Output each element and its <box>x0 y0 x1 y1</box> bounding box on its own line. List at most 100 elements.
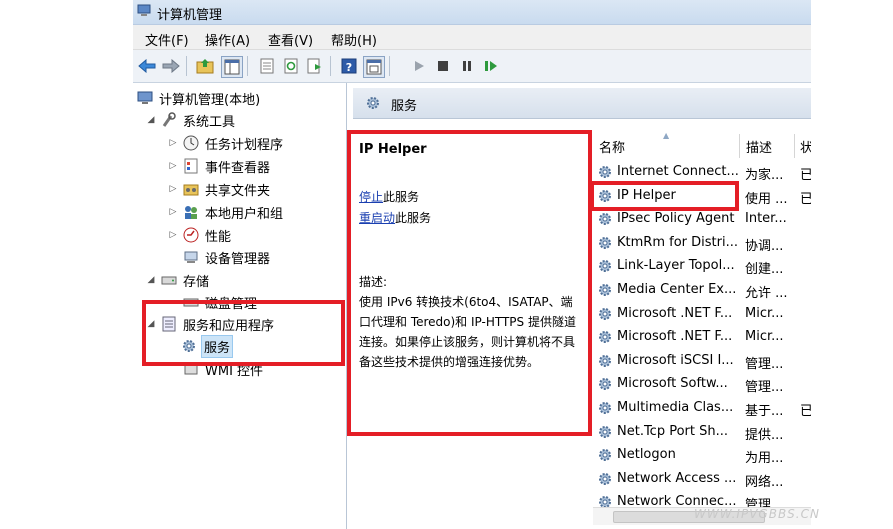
export-list-button[interactable] <box>305 56 325 76</box>
computer-management-icon <box>137 4 151 16</box>
column-header-status[interactable]: 状 <box>795 134 811 158</box>
menu-view[interactable]: 查看(V) <box>268 30 313 49</box>
service-row[interactable]: Multimedia Clas... 基于... 已 <box>593 397 811 420</box>
expanded-arrow-icon[interactable]: ◢ <box>145 275 157 285</box>
column-desc-label: 描述 <box>746 140 773 156</box>
tree-label-shared-folders: 共享文件夹 <box>205 183 271 199</box>
service-desc: 管理... <box>745 356 784 372</box>
collapsed-arrow-icon[interactable]: ▷ <box>167 184 179 194</box>
highlight-box-description <box>347 130 592 436</box>
toolbar: ? <box>133 50 811 83</box>
service-desc: Micr... <box>745 305 784 321</box>
up-folder-icon <box>196 59 214 74</box>
start-service-button[interactable] <box>409 56 429 76</box>
help-icon: ? <box>341 58 357 74</box>
menu-file[interactable]: 文件(F) <box>145 30 189 49</box>
gear-icon <box>597 258 613 274</box>
gear-icon <box>597 211 613 227</box>
tree-node-storage[interactable]: ◢ 存储 <box>145 270 211 290</box>
refresh-icon <box>284 58 298 74</box>
back-button[interactable] <box>137 56 157 76</box>
service-name: Multimedia Clas... <box>617 400 734 415</box>
service-row[interactable]: Microsoft iSCSI I... 管理... <box>593 350 811 373</box>
forward-button[interactable] <box>161 56 181 76</box>
service-row[interactable]: Microsoft .NET F... Micr... <box>593 303 811 326</box>
service-row[interactable]: Netlogon 为用... <box>593 444 811 467</box>
export-icon <box>307 58 321 74</box>
tools-icon <box>162 112 176 127</box>
show-hide-tree-button[interactable] <box>221 56 243 78</box>
service-status: 已 <box>800 191 811 207</box>
menu-action[interactable]: 操作(A) <box>205 30 250 49</box>
tree-node-performance[interactable]: ▷ 性能 <box>167 225 233 245</box>
collapsed-arrow-icon[interactable]: ▷ <box>167 230 179 240</box>
tree-node-device-manager[interactable]: 设备管理器 <box>179 247 272 267</box>
gear-icon <box>597 235 613 251</box>
show-tree-icon <box>224 59 240 75</box>
tree-node-local-users[interactable]: ▷ 本地用户和组 <box>167 202 285 222</box>
view-button[interactable] <box>363 56 385 78</box>
service-row[interactable]: IPsec Policy Agent Inter... <box>593 208 811 231</box>
collapsed-arrow-icon[interactable]: ▷ <box>167 161 179 171</box>
service-row[interactable]: Media Center Ex... 允许 ... <box>593 279 811 302</box>
menu-help[interactable]: 帮助(H) <box>331 30 377 49</box>
device-manager-icon <box>184 251 198 263</box>
play-icon <box>415 61 424 71</box>
menu-bar: 文件(F) 操作(A) 查看(V) 帮助(H) <box>133 25 811 50</box>
properties-icon <box>260 58 274 74</box>
tree-node-system-tools[interactable]: ◢ 系统工具 <box>145 110 237 130</box>
collapsed-arrow-icon[interactable]: ▷ <box>167 207 179 217</box>
event-viewer-icon <box>184 158 198 174</box>
tree-node-shared-folders[interactable]: ▷ 共享文件夹 <box>167 179 272 199</box>
service-name: Microsoft .NET F... <box>617 329 733 345</box>
tree-node-task-scheduler[interactable]: ▷ 任务计划程序 <box>167 133 285 153</box>
gear-icon <box>597 282 613 298</box>
shared-folder-icon <box>183 184 199 196</box>
stop-icon <box>438 61 448 71</box>
service-row[interactable]: Microsoft Softw... 管理... <box>593 373 811 396</box>
restart-service-button[interactable] <box>481 56 501 76</box>
tree-node-root[interactable]: 计算机管理(本地) <box>137 88 262 108</box>
help-button[interactable]: ? <box>339 56 359 76</box>
service-desc: 创建... <box>745 262 784 278</box>
tree-node-event-viewer[interactable]: ▷ 事件查看器 <box>167 156 272 176</box>
service-row[interactable]: Network Access ... 网络... <box>593 468 811 491</box>
tree-label-device-manager: 设备管理器 <box>205 251 271 267</box>
collapsed-arrow-icon[interactable]: ▷ <box>167 138 179 148</box>
properties-button[interactable] <box>257 56 277 76</box>
up-level-button[interactable] <box>195 56 215 76</box>
tree-label-event-viewer: 事件查看器 <box>205 160 271 176</box>
service-name: Network Access ... <box>617 470 737 486</box>
service-name: Media Center Ex... <box>617 282 737 297</box>
content-header-title: 服务 <box>391 99 418 114</box>
watermark-text: WWW.IPVGBBS.CN <box>694 507 820 521</box>
gear-icon <box>597 329 613 345</box>
service-row[interactable]: Link-Layer Topol... 创建... <box>593 255 811 278</box>
service-name: Net.Tcp Port Sh... <box>617 423 729 439</box>
service-name: Microsoft iSCSI I... <box>617 352 734 368</box>
computer-management-icon <box>137 91 153 104</box>
service-row[interactable]: KtmRm for Distri... 协调... <box>593 232 811 255</box>
service-name: IPsec Policy Agent <box>617 211 735 227</box>
title-bar: 计算机管理 <box>133 0 811 25</box>
service-desc: 网络... <box>745 474 784 490</box>
service-row[interactable]: Net.Tcp Port Sh... 提供... <box>593 421 811 444</box>
service-desc: 为家... <box>745 168 784 183</box>
pause-service-button[interactable] <box>457 56 477 76</box>
stop-service-button[interactable] <box>433 56 453 76</box>
service-name: KtmRm for Distri... <box>617 234 738 250</box>
clock-icon <box>183 135 199 151</box>
column-status-label: 状 <box>800 140 811 156</box>
column-header-name[interactable]: 名称 ▲ <box>593 131 740 158</box>
tree-label-local-users: 本地用户和组 <box>205 206 284 222</box>
expanded-arrow-icon[interactable]: ◢ <box>145 115 157 125</box>
performance-icon <box>183 227 199 243</box>
service-name: Internet Connect... <box>617 164 739 179</box>
gear-icon <box>597 306 613 322</box>
sort-ascending-icon: ▲ <box>663 131 670 140</box>
service-name: Netlogon <box>617 447 676 463</box>
refresh-button[interactable] <box>281 56 301 76</box>
column-name-label: 名称 <box>599 140 626 156</box>
service-row[interactable]: Microsoft .NET F... Micr... <box>593 326 811 349</box>
column-header-desc[interactable]: 描述 <box>740 134 795 158</box>
